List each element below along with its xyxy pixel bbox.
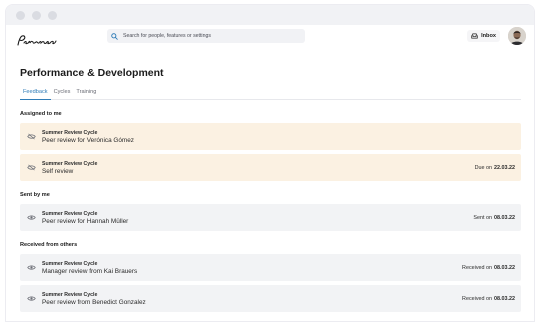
card-description: Peer review from Benedict Gonzalez (42, 298, 146, 306)
window-maximize-dot[interactable] (48, 10, 57, 20)
page-title: Performance & Development (20, 67, 164, 79)
feedback-card[interactable]: Summer Review Cycle Manager review from … (20, 254, 521, 281)
card-description: Manager review from Kai Brauers (42, 267, 138, 275)
card-date-value: 08.03.22 (494, 214, 515, 221)
eye-icon (26, 214, 36, 221)
card-date-label: Due on (474, 164, 493, 171)
card-date-info: Due on 22.03.22 (475, 154, 515, 181)
card-date-info: Received on 08.03.22 (462, 254, 515, 281)
window-titlebar (6, 5, 534, 25)
inbox-icon (471, 33, 478, 39)
eye-off-icon (26, 164, 36, 171)
main-content: Performance & Development Feedback Cycle… (20, 67, 521, 316)
section-heading-received: Received from others (20, 242, 78, 248)
card-date-info: Sent on 08.03.22 (473, 204, 515, 231)
card-date-label: Received on (462, 264, 493, 271)
card-description: Peer review for Hannah Müller (42, 217, 129, 225)
tab-feedback[interactable]: Feedback (20, 88, 51, 100)
page-tabs: Feedback Cycles Training (20, 88, 521, 100)
feedback-card[interactable]: Summer Review Cycle Peer review for Veró… (20, 123, 521, 150)
user-avatar-photo (508, 27, 526, 45)
section-heading-sent: Sent by me (20, 192, 50, 198)
window-close-dot[interactable] (16, 10, 25, 20)
card-description: Peer review for Verónica Gómez (42, 136, 134, 144)
tab-training[interactable]: Training (73, 88, 99, 100)
inbox-label: Inbox (481, 33, 496, 39)
app-window: Search for people, features or settings … (5, 4, 535, 322)
eye-off-icon (26, 133, 36, 140)
top-navigation-bar: Search for people, features or settings … (6, 25, 534, 56)
card-cycle-name: Summer Review Cycle (42, 260, 98, 267)
global-search-input[interactable]: Search for people, features or settings (107, 29, 305, 43)
search-placeholder: Search for people, features or settings (123, 33, 211, 39)
card-date-info: Received on 08.03.22 (462, 285, 515, 312)
section-heading-assigned: Assigned to me (20, 111, 62, 117)
card-cycle-name: Summer Review Cycle (42, 129, 98, 136)
feedback-card[interactable]: Summer Review Cycle Peer review from Ben… (20, 285, 521, 312)
card-date-value: 22.03.22 (494, 164, 515, 171)
search-icon (111, 32, 118, 40)
window-minimize-dot[interactable] (32, 10, 41, 20)
card-date-label: Sent on (473, 214, 493, 221)
card-date-label: Received on (462, 295, 493, 302)
inbox-button[interactable]: Inbox (467, 30, 500, 42)
feedback-card[interactable]: Summer Review Cycle Self review Due on 2… (20, 154, 521, 181)
eye-icon (26, 264, 36, 271)
user-avatar[interactable] (508, 27, 526, 45)
tab-cycles[interactable]: Cycles (51, 88, 74, 100)
card-cycle-name: Summer Review Cycle (42, 210, 98, 217)
card-cycle-name: Summer Review Cycle (42, 291, 98, 298)
eye-icon (26, 295, 36, 302)
card-description: Self review (42, 167, 74, 175)
card-cycle-name: Summer Review Cycle (42, 160, 98, 167)
personio-logo-mark (17, 34, 57, 46)
card-date-value: 08.03.22 (494, 295, 515, 302)
feedback-card[interactable]: Summer Review Cycle Peer review for Hann… (20, 204, 521, 231)
personio-logo[interactable] (16, 33, 58, 49)
card-date-value: 08.03.22 (494, 264, 515, 271)
